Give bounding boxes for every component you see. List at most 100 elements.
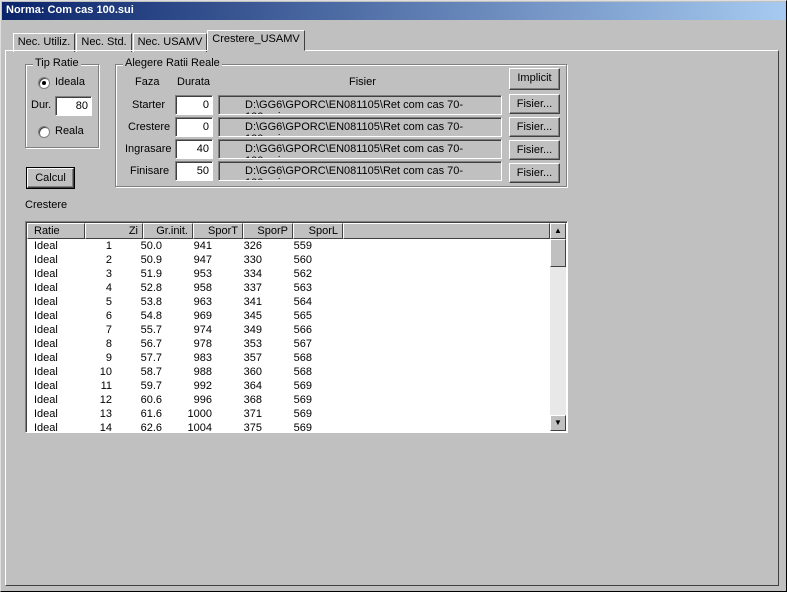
table-row[interactable]: Ideal 13 61.6 1000 371 569: [28, 408, 550, 422]
table-row[interactable]: Ideal 5 53.8 963 341 564: [28, 296, 550, 310]
cell-gr-init: 56.7: [140, 338, 162, 350]
fisier-button-starter[interactable]: Fisier...: [509, 94, 560, 114]
vertical-scrollbar[interactable]: ▲ ▼: [550, 223, 566, 431]
cell-sport: 958: [193, 282, 212, 294]
scroll-down-button[interactable]: ▼: [550, 415, 566, 431]
cell-zi: 14: [99, 422, 112, 433]
cell-gr-init: 59.7: [140, 380, 162, 392]
cell-sport: 988: [193, 366, 212, 378]
cell-zi: 8: [105, 338, 112, 350]
column-header-filler: [343, 223, 550, 239]
cell-sporp: 341: [243, 296, 262, 308]
table-row[interactable]: Ideal 4 52.8 958 337 563: [28, 282, 550, 296]
cell-sporl: 569: [293, 394, 312, 406]
cell-ratie: Ideal: [34, 282, 58, 294]
cell-zi: 11: [100, 380, 112, 392]
cell-gr-init: 51.9: [140, 268, 162, 280]
column-header-ratie[interactable]: Ratie: [27, 223, 85, 239]
dur-input[interactable]: 80: [55, 96, 92, 116]
cell-ratie: Ideal: [34, 352, 58, 364]
table-row[interactable]: Ideal 1 50.0 941 326 559: [28, 240, 550, 254]
table-row[interactable]: Ideal 2 50.9 947 330 560: [28, 254, 550, 268]
cell-sporp: 337: [243, 282, 262, 294]
cell-sporp: 364: [243, 380, 262, 392]
cell-zi: 2: [105, 254, 112, 266]
column-header-sporl[interactable]: SporL: [293, 223, 343, 239]
cell-sport: 996: [193, 394, 212, 406]
reala-label: Reala: [55, 125, 84, 137]
cell-gr-init: 61.6: [140, 408, 162, 420]
calcul-button[interactable]: Calcul: [26, 167, 75, 189]
cell-sporl: 566: [293, 324, 312, 336]
ideala-radio[interactable]: [38, 77, 50, 89]
table-row[interactable]: Ideal 6 54.8 969 345 565: [28, 310, 550, 324]
table-caption: Crestere: [25, 199, 68, 211]
scroll-up-button[interactable]: ▲: [550, 223, 566, 239]
cell-sporl: 569: [293, 408, 312, 420]
table-row[interactable]: Ideal 7 55.7 974 349 566: [28, 324, 550, 338]
durata-input-finisare[interactable]: 50: [175, 161, 213, 181]
main-window: Norma: Com cas 100.sui Nec. Utiliz. Nec.…: [0, 0, 787, 592]
durata-input-ingrasare[interactable]: 40: [175, 139, 213, 159]
table-row[interactable]: Ideal 9 57.7 983 357 568: [28, 352, 550, 366]
table-row[interactable]: Ideal 3 51.9 953 334 562: [28, 268, 550, 282]
reala-radio[interactable]: [38, 126, 50, 138]
cell-sporp: 330: [243, 254, 262, 266]
column-header-gr-init[interactable]: Gr.init.: [143, 223, 193, 239]
cell-sport: 983: [193, 352, 212, 364]
table-row[interactable]: Ideal 10 58.7 988 360 568: [28, 366, 550, 380]
table-row[interactable]: Ideal 8 56.7 978 353 567: [28, 338, 550, 352]
fisier-button-finisare[interactable]: Fisier...: [509, 163, 560, 183]
cell-gr-init: 50.9: [140, 254, 162, 266]
dur-label: Dur.: [31, 99, 52, 111]
cell-sporp: 326: [243, 240, 262, 252]
durata-input-crestere[interactable]: 0: [175, 117, 213, 137]
cell-gr-init: 50.0: [140, 240, 162, 252]
cell-gr-init: 62.6: [140, 422, 162, 433]
fisier-header: Fisier: [349, 76, 376, 88]
cell-sporp: 368: [243, 394, 262, 406]
fisier-button-crestere[interactable]: Fisier...: [509, 117, 560, 137]
cell-sport: 1000: [187, 408, 212, 420]
table-row[interactable]: Ideal 11 59.7 992 364 569: [28, 380, 550, 394]
fisier-button-ingrasare[interactable]: Fisier...: [509, 140, 560, 160]
faza-label-crestere: Crestere: [128, 121, 171, 133]
cell-zi: 9: [105, 352, 112, 364]
cell-zi: 10: [99, 366, 112, 378]
cell-gr-init: 60.6: [140, 394, 162, 406]
title-bar[interactable]: Norma: Com cas 100.sui: [2, 2, 785, 20]
cell-sporl: 568: [293, 366, 312, 378]
ideala-label: Ideala: [55, 76, 85, 88]
cell-sport: 1004: [187, 422, 212, 433]
column-header-sport[interactable]: SporT: [193, 223, 243, 239]
tab-crestere-usamv[interactable]: Crestere_USAMV: [207, 30, 305, 51]
fisier-path-starter: D:\GG6\GPORC\EN081105\Ret com cas 70-100…: [218, 95, 502, 115]
table-row[interactable]: Ideal 14 62.6 1004 375 569: [28, 422, 550, 433]
cell-ratie: Ideal: [34, 338, 58, 350]
durata-input-starter[interactable]: 0: [175, 95, 213, 115]
cell-sport: 969: [193, 310, 212, 322]
cell-sport: 953: [193, 268, 212, 280]
table-row[interactable]: Ideal 12 60.6 996 368 569: [28, 394, 550, 408]
cell-sporp: 349: [243, 324, 262, 336]
scroll-thumb[interactable]: [550, 239, 566, 267]
cell-ratie: Ideal: [34, 240, 58, 252]
crestere-table[interactable]: Ratie Zi Gr.init. SporT SporP SporL Idea…: [25, 221, 568, 433]
cell-zi: 5: [105, 296, 112, 308]
durata-header: Durata: [177, 76, 211, 88]
cell-gr-init: 52.8: [140, 282, 162, 294]
cell-gr-init: 57.7: [140, 352, 162, 364]
column-header-sporp[interactable]: SporP: [243, 223, 293, 239]
column-header-zi[interactable]: Zi: [85, 223, 143, 239]
cell-ratie: Ideal: [34, 380, 58, 392]
cell-sporp: 334: [243, 268, 262, 280]
cell-zi: 12: [99, 394, 112, 406]
faza-label-finisare: Finisare: [130, 165, 170, 177]
cell-sporl: 569: [293, 422, 312, 433]
faza-label-ingrasare: Ingrasare: [125, 143, 172, 155]
cell-ratie: Ideal: [34, 268, 58, 280]
implicit-button[interactable]: Implicit: [509, 68, 560, 90]
cell-sport: 963: [193, 296, 212, 308]
cell-ratie: Ideal: [34, 296, 58, 308]
cell-sporl: 560: [293, 254, 312, 266]
